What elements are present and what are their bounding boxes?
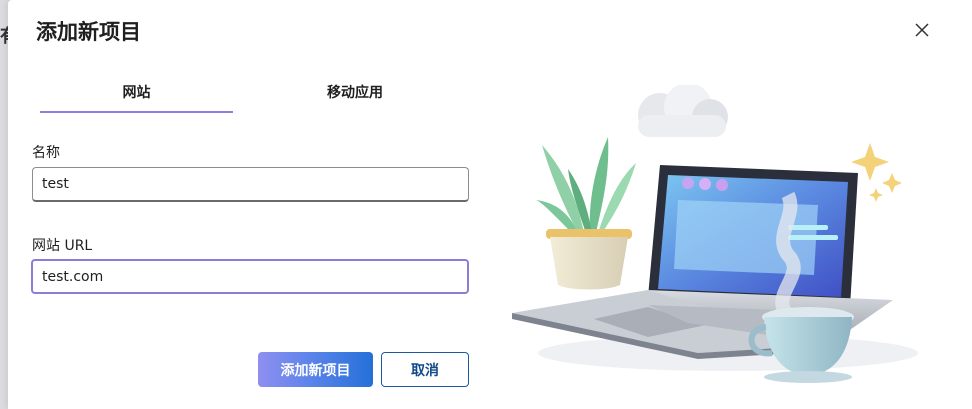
url-input[interactable] [31,259,469,294]
close-icon[interactable] [910,18,934,42]
tab-active-indicator [40,111,233,113]
add-project-button[interactable]: 添加新项目 [258,352,373,387]
tab-mobile-app[interactable]: 移动应用 [260,72,450,112]
dialog-title: 添加新项目 [36,20,141,44]
laptop-illustration [512,85,918,383]
plant-icon [536,137,636,290]
sparkle-icon [851,143,902,202]
tab-website-label: 网站 [122,85,151,101]
cancel-button[interactable]: 取消 [381,352,469,387]
tab-website[interactable]: 网站 [40,72,233,112]
tab-mobile-app-label: 移动应用 [327,85,383,101]
name-input[interactable] [32,167,469,202]
cloud-icon [638,85,728,137]
name-label: 名称 [32,145,60,161]
tab-bar: 网站 移动应用 [40,72,440,114]
add-project-dialog: 添加新项目 网站 移动应用 名称 网站 URL 添加新项目 取消 [8,0,972,409]
url-label: 网站 URL [32,238,93,254]
